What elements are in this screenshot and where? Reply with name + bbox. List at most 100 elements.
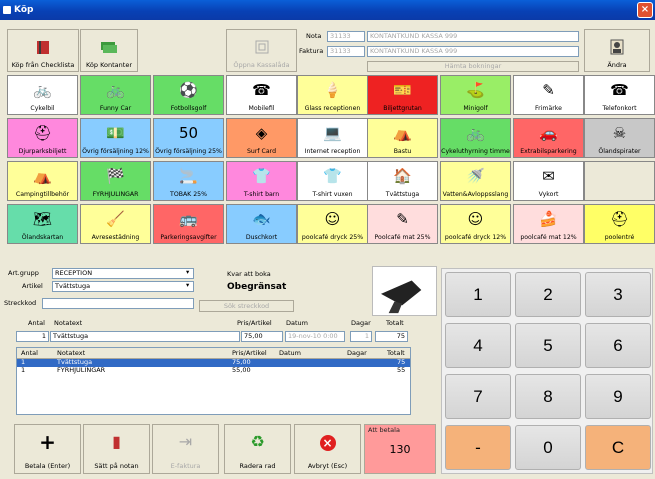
cancel-label: Avbryt (Esc) xyxy=(307,462,348,470)
keypad-key[interactable]: 4 xyxy=(445,323,511,368)
walk-icon: ⇥ xyxy=(178,432,193,451)
keypad-key[interactable]: C xyxy=(585,425,651,470)
product-button[interactable]: 🚬 TOBAK 25% xyxy=(153,161,224,201)
product-button[interactable]: ☺ poolcafé dryck 25% xyxy=(297,204,368,244)
product-label: Bastu xyxy=(393,148,412,155)
product-button[interactable]: 🏠 Tvättstuga xyxy=(367,161,438,201)
product-icon: ◈ xyxy=(255,124,268,142)
add-to-bill-button[interactable]: ▮ Sätt på notan xyxy=(83,424,150,474)
product-button[interactable]: 50 Övrig försäljning 25% xyxy=(153,118,224,158)
product-button[interactable]: 🚿 Vatten&Avloppsslang xyxy=(440,161,511,201)
open-cash-drawer-button[interactable]: Öppna Kassalåda xyxy=(226,29,297,72)
product-button[interactable]: 🗺 Ölandskartan xyxy=(7,204,78,244)
column-header[interactable]: Pris/Artikel xyxy=(232,349,267,358)
column-header[interactable]: Datum xyxy=(279,349,301,358)
table-row[interactable]: 1 FYRHJULINGAR 55,00 55 xyxy=(17,366,410,375)
product-button[interactable]: 🐟 Duschkort xyxy=(226,204,297,244)
fetch-bookings-button[interactable]: Hämta bokningar xyxy=(367,61,579,72)
antal-input[interactable]: 1 xyxy=(16,331,49,342)
product-label: Övrig försäljning 12% xyxy=(82,148,149,155)
product-icon: 💵 xyxy=(106,124,125,142)
keypad-key[interactable]: 7 xyxy=(445,374,511,419)
faktura-number-field[interactable]: 31133 xyxy=(327,46,365,57)
column-header[interactable]: Antal xyxy=(21,349,38,358)
product-button[interactable]: ⛺ Campingtillbehör xyxy=(7,161,78,201)
product-button[interactable]: ⛑ poolentré xyxy=(584,204,655,244)
pay-button[interactable]: + Betala (Enter) xyxy=(14,424,81,474)
product-icon: 🏁 xyxy=(106,167,125,185)
product-label: Mobilefil xyxy=(248,105,275,112)
column-header[interactable]: Dagar xyxy=(347,349,367,358)
nota-customer-field[interactable]: KONTANTKUND KASSA 999 xyxy=(367,31,579,42)
keypad-key[interactable]: 6 xyxy=(585,323,651,368)
product-button[interactable]: ☎ Telefonkort xyxy=(584,75,655,115)
product-button[interactable]: 🚌 Parkeringsavgifter xyxy=(153,204,224,244)
product-button[interactable]: ⛑ Djurparksbiljett xyxy=(7,118,78,158)
product-button[interactable]: ⛺ Bastu xyxy=(367,118,438,158)
keypad-key[interactable]: 8 xyxy=(515,374,581,419)
product-button[interactable]: 🚲 Funny Car xyxy=(80,75,151,115)
product-button[interactable]: ✎ Poolcafé mat 25% xyxy=(367,204,438,244)
product-button[interactable]: 🧹 Avresestädning xyxy=(80,204,151,244)
e-invoice-button[interactable]: ⇥ E-faktura xyxy=(152,424,219,474)
product-button[interactable]: ☠ Ölandspirater xyxy=(584,118,655,158)
product-button[interactable]: 🚲 Cykeluthyrning timme xyxy=(440,118,511,158)
product-button[interactable]: 👕 T-shirt barn xyxy=(226,161,297,201)
totalt-input[interactable]: 75 xyxy=(375,331,408,342)
product-button[interactable]: ✎ Frimärke xyxy=(513,75,584,115)
buy-from-checklist-button[interactable]: Köp från Checklista xyxy=(7,29,79,72)
product-button[interactable]: 🍦 Glass receptionen xyxy=(297,75,368,115)
notatext-input[interactable]: Tvättstuga xyxy=(50,331,240,342)
app-icon xyxy=(3,6,11,14)
product-label: Vatten&Avloppsslang xyxy=(442,191,509,198)
product-button[interactable]: ☺ poolcafé dryck 12% xyxy=(440,204,511,244)
product-button[interactable]: 🏁 FYRHJULINGAR xyxy=(80,161,151,201)
keypad-key[interactable]: 2 xyxy=(515,272,581,317)
product-icon: ✉ xyxy=(542,167,555,185)
nota-number-field[interactable]: 31133 xyxy=(327,31,365,42)
nota-label: Nota xyxy=(306,32,322,40)
product-icon: 🏠 xyxy=(393,167,412,185)
product-button[interactable]: ◈ Surf Card xyxy=(226,118,297,158)
product-button[interactable]: 💻 Internet reception xyxy=(297,118,368,158)
pris-input[interactable]: 75,00 xyxy=(241,331,283,342)
product-icon: ⛺ xyxy=(33,167,52,185)
product-button[interactable]: 🚗 Extrabilsparkering xyxy=(513,118,584,158)
product-button[interactable]: ⛳ Minigolf xyxy=(440,75,511,115)
product-button[interactable]: ☎ Mobilefil xyxy=(226,75,297,115)
chevron-down-icon: ▾ xyxy=(186,281,190,289)
search-barcode-button[interactable]: Sök streckkod xyxy=(199,300,294,312)
cancel-button[interactable]: × Avbryt (Esc) xyxy=(294,424,361,474)
keypad-key[interactable]: 1 xyxy=(445,272,511,317)
artgrupp-select[interactable]: RECEPTION xyxy=(52,268,194,279)
keypad-key[interactable]: 5 xyxy=(515,323,581,368)
product-button[interactable]: ⚽ Fotbollsgolf xyxy=(153,75,224,115)
product-label: Vykort xyxy=(538,191,559,198)
dagar-input[interactable]: 1 xyxy=(350,331,372,342)
keypad-key[interactable]: - xyxy=(445,425,511,470)
product-button[interactable]: 💵 Övrig försäljning 12% xyxy=(80,118,151,158)
artikel-select[interactable]: Tvättstuga xyxy=(52,281,194,292)
faktura-customer-field[interactable]: KONTANTKUND KASSA 999 xyxy=(367,46,579,57)
column-header[interactable]: Totalt xyxy=(387,349,405,358)
keypad-key[interactable]: 3 xyxy=(585,272,651,317)
faktura-label: Faktura xyxy=(299,47,324,55)
edit-customer-button[interactable]: Ändra xyxy=(584,29,650,72)
barcode-input[interactable] xyxy=(42,298,194,309)
keypad-key[interactable]: 0 xyxy=(515,425,581,470)
product-button[interactable]: 🍰 poolcafé mat 12% xyxy=(513,204,584,244)
product-button[interactable]: 🚲 Cykelbil xyxy=(7,75,78,115)
product-button[interactable]: 🎫 Biljettgrutan xyxy=(367,75,438,115)
product-icon: ✎ xyxy=(542,81,555,99)
product-button[interactable]: 👕 T-shirt vuxen xyxy=(297,161,368,201)
datum-picker[interactable]: 19-nov-10 0:00 xyxy=(285,331,345,342)
buy-cash-button[interactable]: Köp Kontanter xyxy=(80,29,138,72)
product-icon: ⛳ xyxy=(466,81,485,99)
column-header[interactable]: Notatext xyxy=(57,349,85,358)
product-button[interactable]: ✉ Vykort xyxy=(513,161,584,201)
delete-row-button[interactable]: ♻ Radera rad xyxy=(224,424,291,474)
cancel-icon: × xyxy=(295,433,360,451)
keypad-key[interactable]: 9 xyxy=(585,374,651,419)
product-label: TOBAK 25% xyxy=(170,191,207,198)
close-button[interactable]: × xyxy=(637,2,653,18)
